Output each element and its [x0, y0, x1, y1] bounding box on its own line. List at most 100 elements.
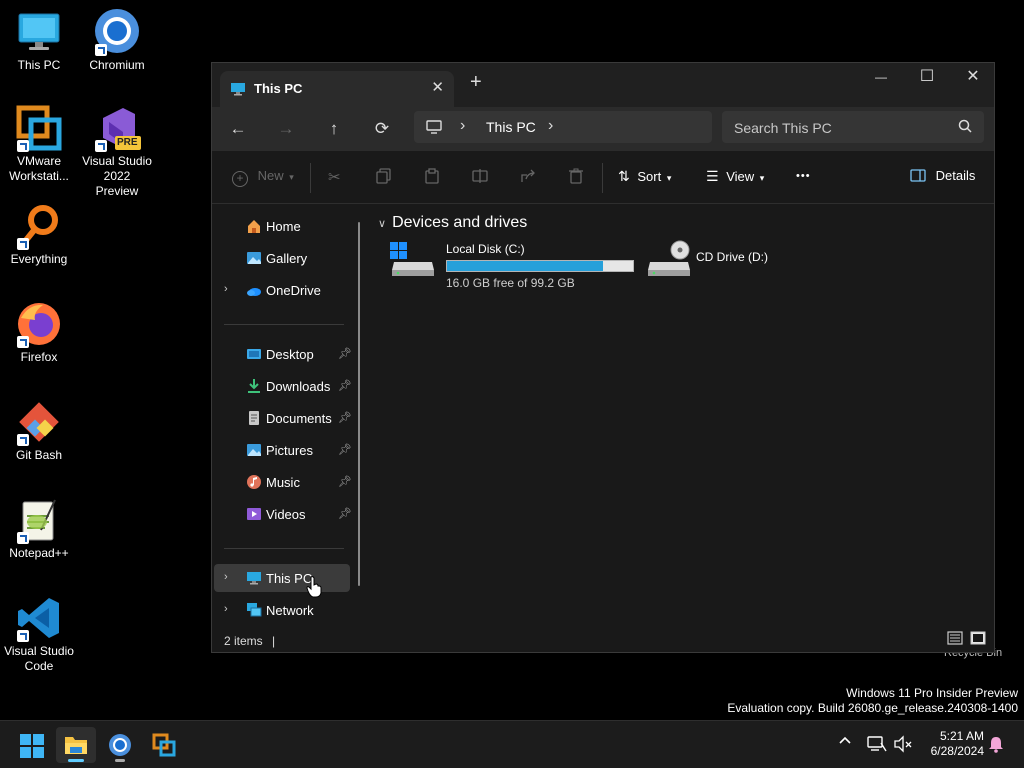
- taskbar-file-explorer[interactable]: [56, 727, 96, 763]
- breadcrumb-separator[interactable]: ›: [460, 117, 465, 135]
- chromium-icon: [108, 733, 132, 760]
- address-bar[interactable]: › This PC ›: [414, 111, 712, 143]
- navigation-bar: ← → ↑ ⟳ › This PC ›: [212, 107, 994, 151]
- tab-this-pc[interactable]: This PC ✕: [220, 71, 454, 107]
- up-button[interactable]: ↑: [320, 115, 348, 143]
- details-pane-icon: [910, 168, 930, 183]
- pin-icon[interactable]: 📌︎: [338, 443, 352, 456]
- drive-usage-fill: [447, 261, 604, 271]
- desktop-icon-vmware[interactable]: VMware Workstati...: [3, 104, 75, 184]
- search-input[interactable]: [732, 117, 946, 139]
- details-button[interactable]: Details: [910, 168, 975, 188]
- notification-bell-icon[interactable]: [988, 735, 1004, 756]
- chevron-right-icon[interactable]: ›: [224, 603, 228, 615]
- tiles-view-icon[interactable]: [970, 631, 986, 648]
- drive-item-d[interactable]: CD Drive (D:): [646, 238, 806, 288]
- new-tab-button[interactable]: +: [470, 71, 482, 94]
- navigation-pane: Home Gallery › OneDrive Desktop 📌︎ Downl…: [212, 204, 370, 652]
- volume-muted-icon[interactable]: [893, 735, 913, 756]
- desktop-icon-notepad-plus-plus[interactable]: Notepad++: [3, 496, 75, 561]
- minimize-button[interactable]: —: [858, 63, 904, 95]
- sidebar-item-videos[interactable]: Videos 📌︎: [214, 500, 352, 528]
- cut-icon[interactable]: ✂: [328, 168, 341, 188]
- title-bar[interactable]: This PC ✕ + — ☐ ✕: [212, 63, 994, 107]
- pin-icon[interactable]: 📌︎: [338, 347, 352, 360]
- pin-icon[interactable]: 📌︎: [338, 411, 352, 424]
- desktop-icon-everything[interactable]: Everything: [3, 202, 75, 267]
- pin-icon[interactable]: 📌︎: [338, 475, 352, 488]
- shortcut-arrow-icon: [95, 44, 107, 56]
- taskbar-chromium[interactable]: [100, 727, 140, 763]
- clock-time: 5:21 AM: [939, 729, 984, 743]
- sidebar-item-onedrive[interactable]: › OneDrive: [214, 276, 350, 304]
- desktop-icon-label: Git Bash: [15, 448, 63, 462]
- view-button[interactable]: ☰ View ▾: [706, 168, 764, 188]
- sidebar-item-label: Documents: [266, 411, 332, 426]
- sidebar-item-label: OneDrive: [266, 283, 321, 298]
- refresh-button[interactable]: ⟳: [368, 115, 396, 143]
- sidebar-item-music[interactable]: Music 📌︎: [214, 468, 352, 496]
- copy-icon[interactable]: [376, 168, 392, 188]
- desktop-icon-firefox[interactable]: Firefox: [3, 300, 75, 365]
- share-icon[interactable]: [520, 168, 536, 188]
- shortcut-arrow-icon: [17, 532, 29, 544]
- drive-name: CD Drive (D:): [696, 250, 768, 264]
- chevron-right-icon[interactable]: ›: [224, 571, 228, 583]
- delete-icon[interactable]: [568, 168, 584, 188]
- sort-button[interactable]: ⇅ Sort ▾: [618, 168, 671, 188]
- desktop-icon-chromium[interactable]: Chromium: [81, 8, 153, 73]
- taskbar-vmware[interactable]: [144, 727, 184, 763]
- paste-icon[interactable]: [424, 168, 440, 188]
- maximize-button[interactable]: ☐: [904, 63, 950, 95]
- everything-icon: [15, 202, 63, 250]
- monitor-icon: [15, 8, 63, 56]
- group-header-devices[interactable]: ∨ Devices and drives: [378, 214, 527, 232]
- drive-item-c[interactable]: Local Disk (C:) 16.0 GB free of 99.2 GB: [390, 238, 640, 290]
- close-tab-button[interactable]: ✕: [431, 78, 444, 96]
- chevron-right-icon[interactable]: ›: [224, 283, 228, 295]
- desktop-icon-label: Visual Studio 2022 Preview: [82, 154, 152, 198]
- scrollbar[interactable]: [358, 222, 360, 586]
- pin-icon[interactable]: 📌︎: [338, 507, 352, 520]
- close-window-button[interactable]: ✕: [950, 63, 996, 95]
- desktop-icon-this-pc[interactable]: This PC: [3, 8, 75, 73]
- clock-date: 6/28/2024: [930, 744, 984, 758]
- breadcrumb-this-pc[interactable]: This PC: [486, 119, 536, 135]
- more-options-button[interactable]: •••: [796, 170, 811, 190]
- vmware-icon: [15, 104, 63, 152]
- network-status-icon[interactable]: [867, 735, 887, 756]
- rename-icon[interactable]: [472, 168, 488, 188]
- sidebar-item-home[interactable]: Home: [214, 212, 350, 240]
- chevron-down-icon[interactable]: ∨: [378, 218, 386, 230]
- hand-cursor-icon: [306, 576, 322, 601]
- start-button[interactable]: [12, 727, 52, 763]
- desktop-icon-git-bash[interactable]: Git Bash: [3, 398, 75, 463]
- sidebar-item-gallery[interactable]: Gallery: [214, 244, 350, 272]
- forward-button[interactable]: →: [272, 115, 300, 143]
- desktop-icon-vscode[interactable]: Visual Studio Code: [3, 594, 75, 674]
- new-button[interactable]: + New ▾: [232, 168, 294, 188]
- visual-studio-icon: PRE: [93, 104, 141, 152]
- git-bash-icon: [15, 398, 63, 446]
- sidebar-item-this-pc[interactable]: › This PC: [214, 564, 350, 592]
- desktop-icon-visual-studio[interactable]: PRE Visual Studio 2022 Preview: [81, 104, 153, 199]
- details-view-icon[interactable]: [947, 631, 966, 648]
- breadcrumb-separator[interactable]: ›: [548, 117, 553, 135]
- sidebar-item-network[interactable]: › Network: [214, 596, 350, 624]
- show-hidden-icons-button[interactable]: [838, 733, 852, 750]
- sidebar-item-pictures[interactable]: Pictures 📌︎: [214, 436, 352, 464]
- system-clock[interactable]: 5:21 AM 6/28/2024: [931, 729, 984, 759]
- pin-icon[interactable]: 📌︎: [338, 379, 352, 392]
- details-button-label: Details: [935, 168, 976, 183]
- vscode-icon: [15, 594, 63, 642]
- monitor-icon: [230, 82, 246, 99]
- back-button[interactable]: ←: [224, 115, 252, 143]
- windows-logo-icon: [20, 734, 44, 761]
- search-icon[interactable]: [958, 119, 972, 136]
- hard-drive-icon: [390, 240, 436, 281]
- sidebar-item-documents[interactable]: Documents 📌︎: [214, 404, 352, 432]
- sidebar-item-downloads[interactable]: Downloads 📌︎: [214, 372, 352, 400]
- sidebar-item-desktop[interactable]: Desktop 📌︎: [214, 340, 352, 368]
- chromium-icon: [93, 8, 141, 56]
- firefox-icon: [15, 300, 63, 348]
